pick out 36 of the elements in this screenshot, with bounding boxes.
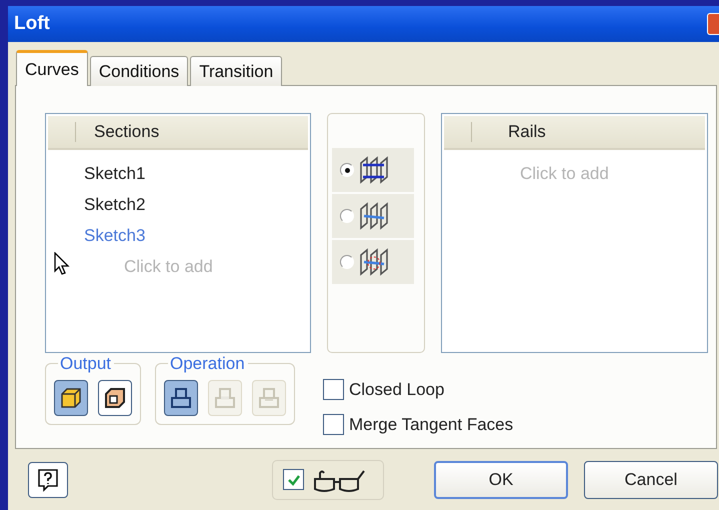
group-label: Output (58, 354, 114, 374)
window-title: Loft (14, 13, 50, 35)
operation-button[interactable] (164, 380, 198, 416)
output-button[interactable] (54, 380, 88, 416)
radio-button[interactable] (340, 255, 354, 269)
tab[interactable]: Conditions (90, 56, 188, 86)
checkbox-label: Merge Tangent Faces (349, 414, 514, 434)
intersect-icon (257, 386, 281, 410)
ok-button[interactable]: OK (434, 460, 568, 498)
preview-checkbox[interactable] (283, 469, 304, 490)
help-icon (37, 468, 59, 492)
rails-list[interactable]: Rails Click to add (441, 113, 708, 353)
surface-cube-icon (103, 386, 127, 410)
group-label: Operation (168, 354, 248, 374)
section-item[interactable]: Sketch2 (84, 189, 310, 220)
radio-button[interactable] (340, 163, 354, 177)
cancel-button[interactable]: Cancel (584, 460, 718, 498)
cut-icon (213, 386, 237, 410)
section-item[interactable]: Sketch3 (84, 220, 310, 251)
checkbox[interactable] (323, 379, 344, 400)
checkbox[interactable] (323, 414, 344, 435)
join-icon (169, 386, 193, 410)
solid-cube-icon (59, 386, 83, 410)
header-label: Rails (507, 121, 546, 143)
cursor-icon (54, 252, 70, 276)
header-label: Sections (93, 121, 160, 143)
tab[interactable]: Transition (190, 56, 282, 86)
help-button[interactable] (28, 462, 68, 498)
tab[interactable]: Curves (16, 50, 88, 86)
radio-button[interactable] (340, 209, 354, 223)
check-icon (286, 472, 300, 486)
output-button[interactable] (98, 380, 132, 416)
checkbox-label: Closed Loop (349, 380, 444, 400)
section-item[interactable]: Sketch1 (84, 158, 310, 189)
close-button[interactable] (707, 13, 719, 35)
sections-list[interactable]: Sections Sketch1 Sketch2 Sketch3 Click to add (45, 113, 311, 353)
